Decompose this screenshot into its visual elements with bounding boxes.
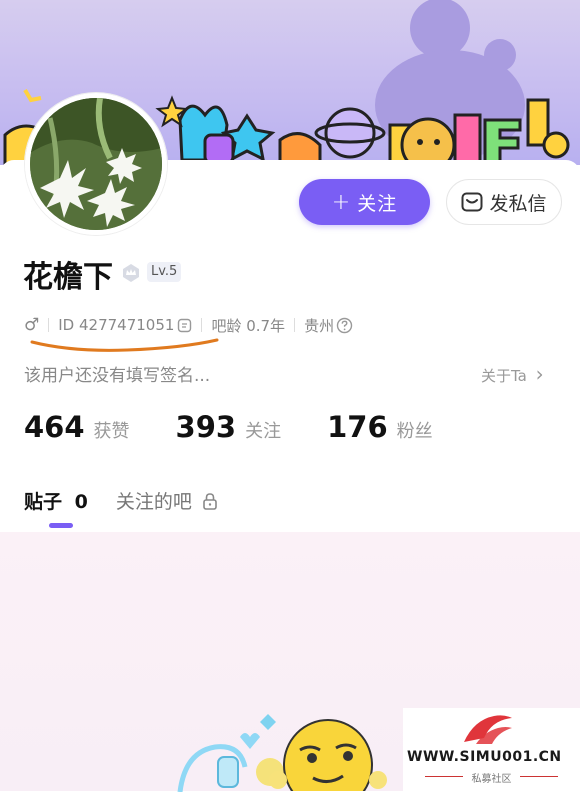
message-icon — [461, 192, 483, 212]
about-link[interactable]: 关于Ta › — [481, 362, 544, 386]
tab-followed-bars-label: 关注的吧 — [115, 491, 192, 513]
avatar[interactable] — [25, 93, 167, 235]
stat-followers-label: 粉丝 — [396, 421, 433, 442]
stat-likes-label: 获赞 — [93, 421, 130, 442]
copy-icon[interactable] — [177, 318, 192, 333]
bar-age: 吧龄 0.7年 — [211, 316, 286, 335]
gender-male-icon: ♂ — [24, 315, 40, 335]
tab-posts-label: 贴子 — [24, 491, 63, 513]
tab-followed-bars[interactable]: 关注的吧 — [116, 487, 218, 514]
avatar-flower-image — [30, 98, 162, 230]
signature-text: 该用户还没有填写签名... — [24, 366, 211, 386]
site-watermark: WWW.SIMU001.CN 私募社区 — [403, 708, 580, 791]
tab-posts[interactable]: 贴子 0 — [24, 487, 88, 514]
user-id: ID 4277471051 — [58, 316, 175, 334]
tab-posts-count: 0 — [74, 491, 88, 513]
follow-button[interactable]: + 关注 — [299, 179, 430, 225]
tab-active-indicator — [49, 523, 73, 528]
help-circle-icon[interactable] — [336, 317, 353, 334]
stat-following[interactable]: 393 关注 — [176, 410, 282, 444]
profile-meta-row: ♂ ID 4277471051 吧龄 0.7年 贵州 — [24, 314, 353, 336]
stat-likes-value: 464 — [24, 410, 85, 444]
crown-badge-icon — [123, 264, 139, 282]
stat-following-label: 关注 — [245, 421, 282, 442]
about-label: 关于Ta — [481, 367, 527, 385]
username: 花檐下 — [23, 260, 113, 295]
meta-divider — [201, 318, 203, 332]
watermark-subtitle: 私募社区 — [471, 774, 512, 785]
watermark-site-text: WWW.SIMU001.CN — [407, 749, 562, 765]
smirk-emoji-illustration — [269, 719, 387, 791]
send-message-button[interactable]: 发私信 — [446, 179, 562, 225]
send-message-label: 发私信 — [489, 192, 547, 215]
stat-followers-value: 176 — [327, 410, 388, 444]
stat-following-value: 393 — [175, 410, 237, 444]
stats-row: 464 获赞 393 关注 176 粉丝 — [24, 410, 479, 444]
lock-icon — [203, 492, 217, 510]
level-badge: Lv.5 — [147, 262, 182, 282]
meta-divider — [294, 318, 296, 332]
watermark-line-right — [520, 776, 558, 777]
plus-icon: + — [331, 189, 352, 215]
stat-likes[interactable]: 464 获赞 — [24, 410, 130, 444]
chevron-right-icon: › — [535, 362, 544, 386]
follow-button-label: 关注 — [357, 192, 398, 215]
profile-tabs: 贴子 0 关注的吧 — [24, 487, 218, 514]
stat-followers[interactable]: 176 粉丝 — [327, 410, 433, 444]
location: 贵州 — [304, 316, 335, 335]
hand-drawn-underline — [30, 338, 219, 352]
watermark-logo-icon — [464, 715, 512, 744]
meta-divider — [48, 318, 50, 332]
